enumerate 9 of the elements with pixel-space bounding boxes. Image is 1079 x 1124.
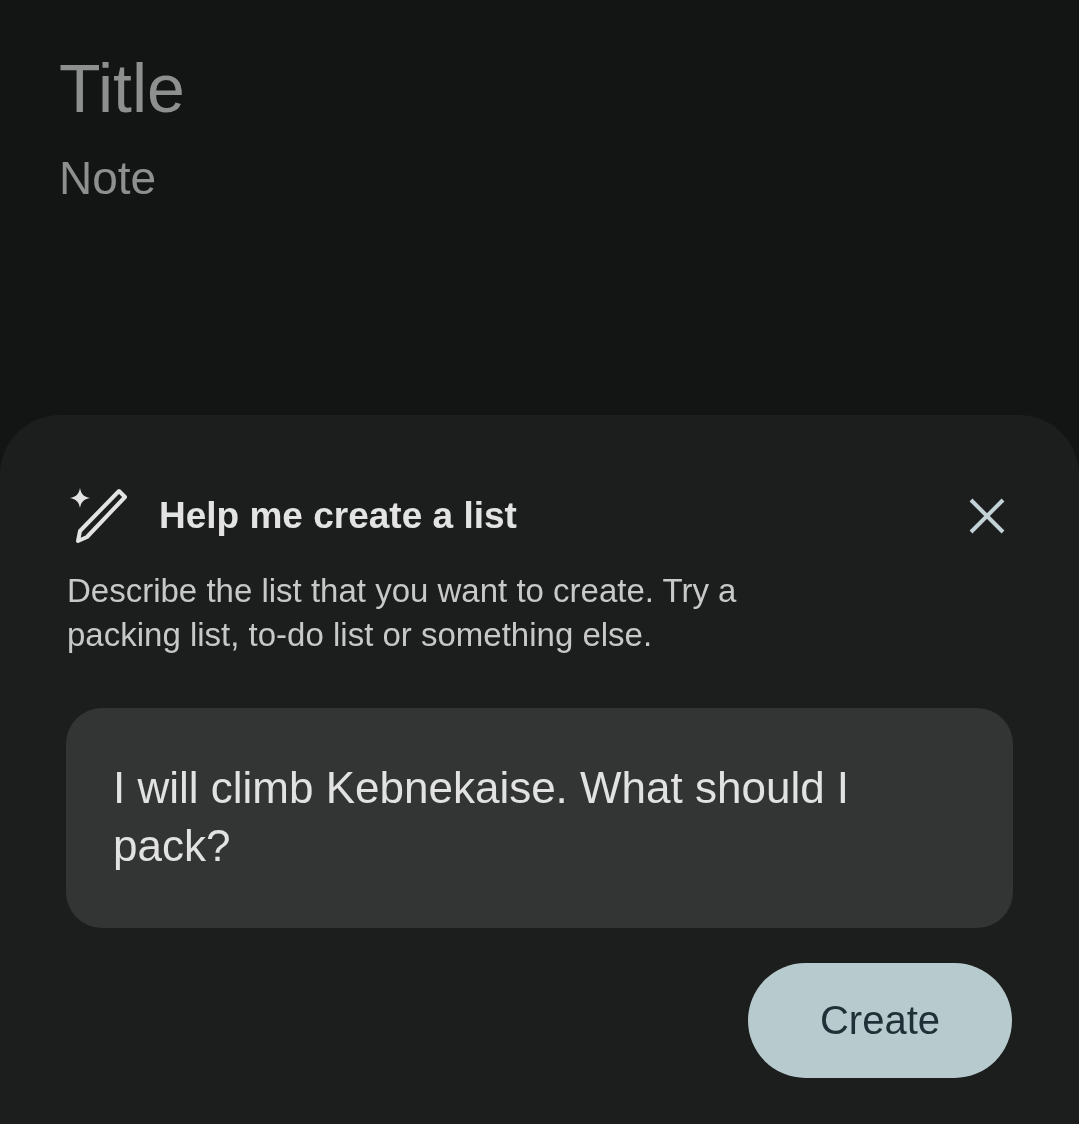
note-field[interactable]: Note [59, 150, 459, 206]
close-button[interactable] [969, 498, 1005, 534]
close-icon [969, 498, 1005, 534]
title-field[interactable]: Title [59, 48, 459, 128]
prompt-field[interactable]: I will climb Kebnekaise. What should I pack? [66, 708, 1013, 928]
create-button[interactable]: Create [748, 963, 1012, 1078]
sheet-heading: Help me create a list [159, 495, 517, 537]
sparkle-pencil-icon [70, 488, 128, 544]
sheet-description: Describe the list that you want to create. Try a packing list, to-do list or something else. [67, 571, 738, 655]
